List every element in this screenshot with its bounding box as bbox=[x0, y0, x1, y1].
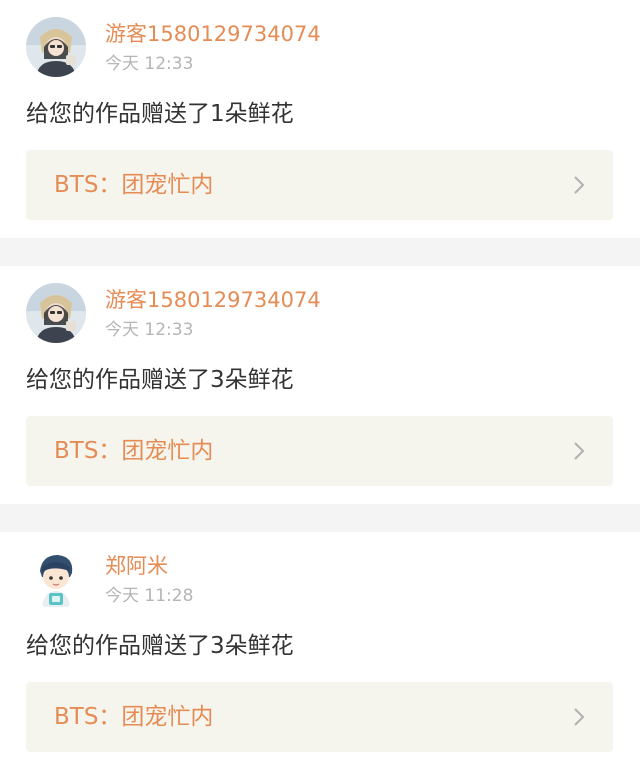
gift-message: 给您的作品赠送了3朵鲜花 bbox=[26, 367, 294, 393]
timestamp: 今天 12:33 bbox=[105, 320, 194, 340]
notification-card: 游客1580129734074 今天 12:33 给您的作品赠送了1朵鲜花 BT… bbox=[0, 0, 640, 238]
username[interactable]: 游客1580129734074 bbox=[105, 286, 321, 314]
gift-message: 给您的作品赠送了3朵鲜花 bbox=[26, 633, 294, 659]
chevron-right-icon bbox=[573, 707, 585, 727]
gift-message: 给您的作品赠送了1朵鲜花 bbox=[26, 101, 294, 127]
work-link-button[interactable]: BTS：团宠忙内 bbox=[26, 416, 613, 486]
notification-card: 游客1580129734074 今天 12:33 给您的作品赠送了3朵鲜花 BT… bbox=[0, 266, 640, 504]
chevron-right-icon bbox=[573, 175, 585, 195]
feed-separator bbox=[0, 504, 640, 532]
work-link-button[interactable]: BTS：团宠忙内 bbox=[26, 682, 613, 752]
girl-photo-avatar-icon[interactable] bbox=[26, 283, 86, 343]
chevron-right-icon bbox=[573, 441, 585, 461]
username[interactable]: 郑阿米 bbox=[105, 552, 168, 580]
notification-feed: 游客1580129734074 今天 12:33 给您的作品赠送了1朵鲜花 BT… bbox=[0, 0, 640, 770]
notification-card: 郑阿米 今天 11:28 给您的作品赠送了3朵鲜花 BTS：团宠忙内 bbox=[0, 532, 640, 770]
timestamp: 今天 11:28 bbox=[105, 586, 194, 606]
feed-separator bbox=[0, 238, 640, 266]
work-title: BTS：团宠忙内 bbox=[54, 172, 214, 198]
girl-photo-avatar-icon[interactable] bbox=[26, 17, 86, 77]
timestamp: 今天 12:33 bbox=[105, 54, 194, 74]
work-title: BTS：团宠忙内 bbox=[54, 704, 214, 730]
username[interactable]: 游客1580129734074 bbox=[105, 20, 321, 48]
work-title: BTS：团宠忙内 bbox=[54, 438, 214, 464]
work-link-button[interactable]: BTS：团宠忙内 bbox=[26, 150, 613, 220]
cartoon-boy-avatar-icon[interactable] bbox=[26, 549, 86, 609]
